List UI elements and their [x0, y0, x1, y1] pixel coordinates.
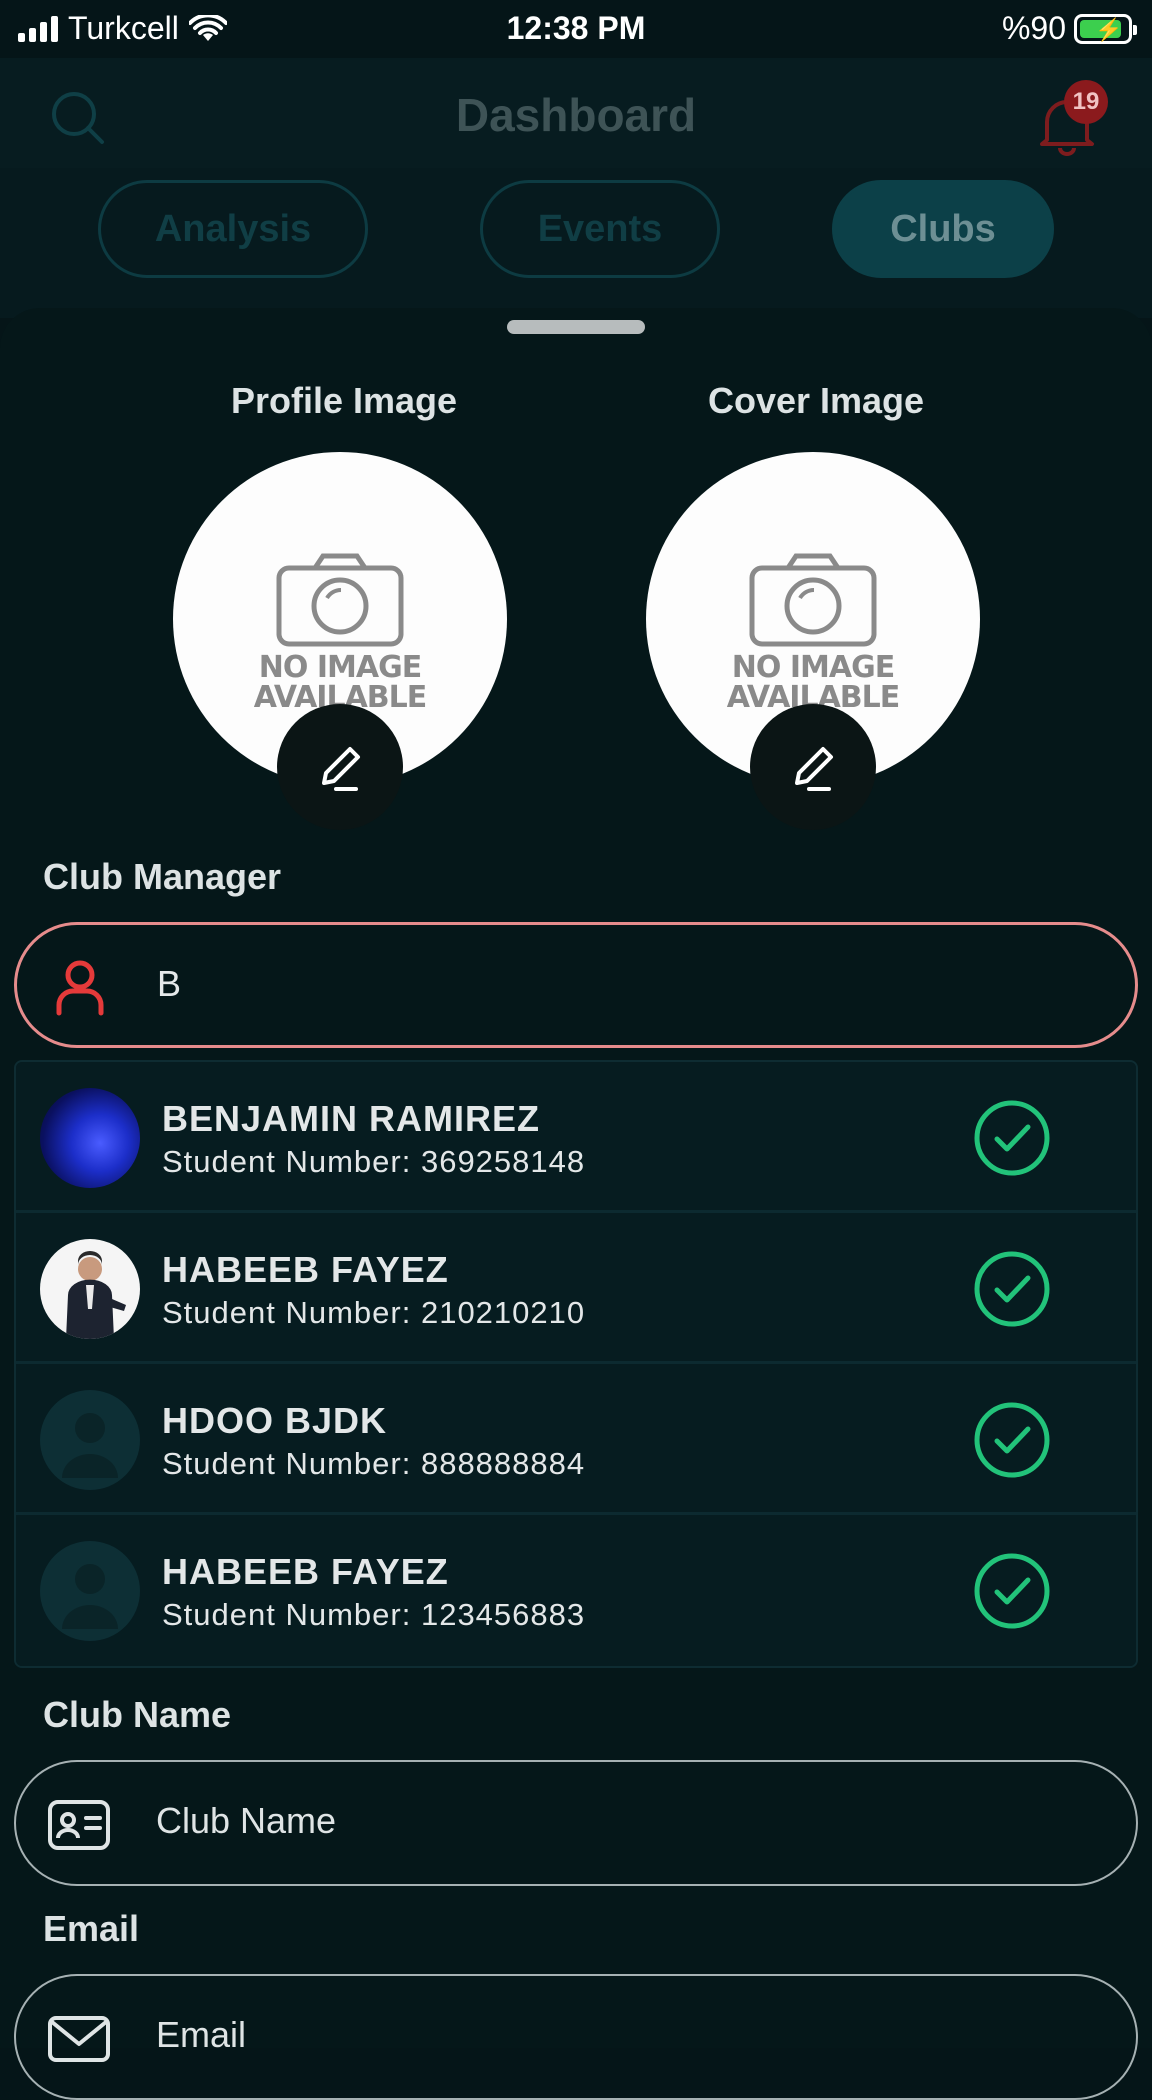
result-student-number: Student Number: 369258148: [162, 1144, 586, 1179]
create-club-sheet: Profile Image Cover Image NO IMAGE AVAIL…: [0, 308, 1152, 2100]
result-name: HABEEB FAYEZ: [162, 1551, 449, 1592]
club-name-placeholder: Club Name: [156, 1800, 337, 1841]
avatar-placeholder: [40, 1390, 140, 1490]
result-name: HDOO BJDK: [162, 1400, 388, 1441]
user-silhouette-icon: [62, 1564, 118, 1629]
no-image-placeholder: NO IMAGE AVAILABLE: [173, 552, 507, 713]
pencil-icon: [795, 747, 833, 791]
tab-analysis[interactable]: Analysis: [98, 180, 368, 278]
avatar: [40, 1088, 140, 1188]
no-image-text-1: NO IMAGE: [731, 650, 895, 685]
camera-icon: [276, 553, 404, 647]
result-student-number: Student Number: 888888884: [162, 1446, 586, 1481]
tab-events[interactable]: Events: [480, 180, 720, 278]
id-card-icon: [48, 1800, 110, 1850]
pencil-icon: [322, 747, 360, 791]
cover-image-label: Cover Image: [707, 380, 925, 421]
check-circle-icon[interactable]: [972, 1249, 1052, 1329]
notification-badge: 19: [1064, 80, 1108, 124]
person-photo: [66, 1251, 126, 1339]
result-name: HABEEB FAYEZ: [162, 1249, 449, 1290]
club-manager-label: Club Manager: [43, 856, 282, 897]
sheet-drag-handle[interactable]: [507, 320, 645, 334]
status-time: 12:38 PM: [506, 10, 646, 46]
app-header: Dashboard 19: [0, 58, 1152, 168]
check-circle-icon[interactable]: [972, 1400, 1052, 1480]
battery-percent: %90: [1001, 10, 1066, 46]
manager-search-results: BENJAMIN RAMIREZ Student Number: 3692581…: [14, 1060, 1138, 1668]
mail-icon: [48, 2016, 110, 2062]
profile-image-label: Profile Image: [230, 380, 458, 421]
avatar-placeholder: [40, 1541, 140, 1641]
camera-icon: [749, 553, 877, 647]
check-circle-icon[interactable]: [972, 1098, 1052, 1178]
club-name-label: Club Name: [43, 1694, 232, 1735]
check-circle-icon[interactable]: [972, 1551, 1052, 1631]
edit-cover-image-button[interactable]: [750, 704, 876, 830]
club-name-field[interactable]: Club Name: [14, 1760, 1138, 1886]
email-field[interactable]: Email: [14, 1974, 1138, 2100]
page-title: Dashboard: [455, 89, 697, 141]
club-manager-input-value: B: [157, 963, 182, 1004]
result-student-number: Student Number: 210210210: [162, 1295, 586, 1330]
status-bar: Turkcell 12:38 PM %90 ⚡: [0, 0, 1152, 58]
result-student-number: Student Number: 123456883: [162, 1597, 586, 1632]
avatar: [40, 1239, 140, 1339]
user-silhouette-icon: [62, 1413, 118, 1478]
club-manager-field[interactable]: B: [14, 922, 1138, 1048]
edit-profile-image-button[interactable]: [277, 704, 403, 830]
no-image-placeholder: NO IMAGE AVAILABLE: [646, 552, 980, 713]
email-label: Email: [43, 1908, 140, 1949]
result-name: BENJAMIN RAMIREZ: [162, 1098, 541, 1139]
result-row[interactable]: BENJAMIN RAMIREZ Student Number: 3692581…: [16, 1062, 1136, 1213]
status-right: %90 ⚡: [1001, 10, 1137, 47]
result-row[interactable]: HABEEB FAYEZ Student Number: 210210210: [16, 1213, 1136, 1364]
tab-clubs[interactable]: Clubs: [832, 180, 1054, 278]
result-row[interactable]: HDOO BJDK Student Number: 888888884: [16, 1364, 1136, 1515]
person-icon: [56, 960, 104, 1016]
no-image-text-1: NO IMAGE: [258, 650, 422, 685]
battery-icon: ⚡: [1074, 13, 1137, 44]
tab-bar: Analysis Events Clubs: [0, 168, 1152, 318]
result-row[interactable]: HABEEB FAYEZ Student Number: 123456883: [16, 1515, 1136, 1666]
email-placeholder: Email: [156, 2014, 247, 2055]
charging-bolt-icon: ⚡: [1095, 16, 1123, 42]
